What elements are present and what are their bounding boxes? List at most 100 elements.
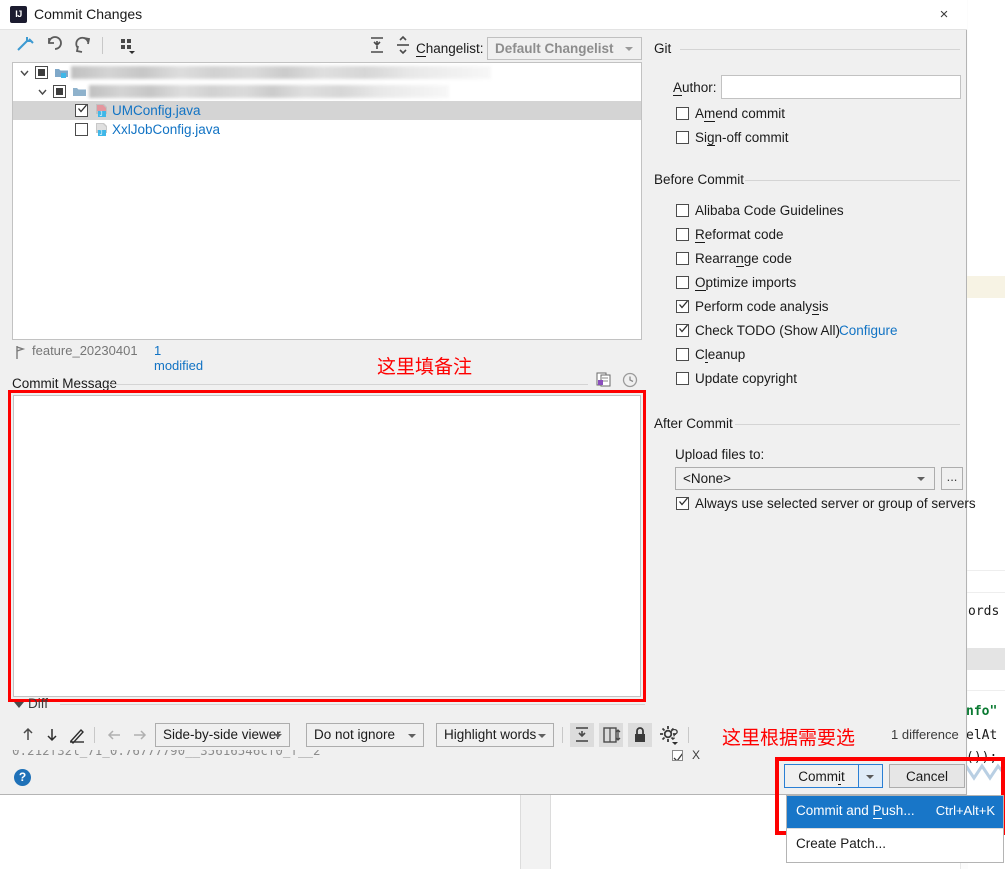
chevron-down-icon xyxy=(408,734,416,738)
chevron-down-icon[interactable] xyxy=(19,67,30,78)
tree-row-path[interactable] xyxy=(13,82,641,101)
insert-template-icon[interactable] xyxy=(596,372,612,388)
editor-code-line: ords xyxy=(968,604,1000,619)
chevron-down-icon xyxy=(538,734,546,738)
revert-icon[interactable] xyxy=(44,34,66,56)
collapse-diff-icon[interactable] xyxy=(14,702,24,708)
commit-message-label: Commit Message xyxy=(12,376,117,392)
configure-todo-link[interactable]: Configure xyxy=(839,323,898,338)
synchronize-scroll-button[interactable] xyxy=(599,723,623,747)
toolbar-separator xyxy=(94,727,95,743)
checkbox-label: Alibaba Code Guidelines xyxy=(695,203,844,218)
chevron-down-icon xyxy=(866,775,874,779)
diff-row-label: X xyxy=(692,748,701,762)
section-divider xyxy=(108,384,588,385)
menu-item-shortcut: Ctrl+Alt+K xyxy=(935,803,995,818)
editor-divider xyxy=(962,592,1005,593)
diff-ignore-mode-dropdown[interactable]: Do not ignore xyxy=(306,723,424,747)
checkbox-label: Reformat code xyxy=(695,227,784,243)
diff-highlight-mode-dropdown[interactable]: Highlight words xyxy=(436,723,554,747)
upload-server-dropdown[interactable]: <None> xyxy=(675,467,935,490)
difference-count-label: 1 difference xyxy=(891,727,959,742)
refresh-icon[interactable] xyxy=(72,34,94,56)
blurred-path-text xyxy=(71,66,491,79)
tree-row-project[interactable] xyxy=(13,63,641,82)
tree-row-file-xxljobconfig[interactable]: J XxlJobConfig.java xyxy=(13,120,641,139)
chevron-down-icon[interactable] xyxy=(37,86,48,97)
check-mark-icon xyxy=(679,324,688,333)
author-input[interactable] xyxy=(721,75,961,99)
tree-file-name: XxlJobConfig.java xyxy=(112,122,221,137)
author-label-rest: uthor: xyxy=(682,80,717,95)
show-diff-icon[interactable] xyxy=(14,34,36,56)
editor-code-line: elAt xyxy=(966,728,998,743)
check-mark-icon xyxy=(679,300,688,309)
changelist-dropdown[interactable]: Default Changelist xyxy=(487,37,642,60)
modified-count[interactable]: 1 modified xyxy=(154,343,203,373)
expand-all-icon[interactable] xyxy=(366,34,388,56)
dialog-title: Commit Changes xyxy=(34,6,143,22)
read-only-lock-button[interactable] xyxy=(628,723,652,747)
synchronize-scroll-icon xyxy=(603,727,621,743)
group-by-icon[interactable] xyxy=(116,34,138,56)
message-history-icon[interactable] xyxy=(622,372,638,388)
changed-files-tree[interactable]: J UMConfig.java J XxlJobConfig.java xyxy=(12,62,642,340)
diff-highlight-mode-value: Highlight words xyxy=(444,727,537,742)
tree-checkbox-partial[interactable] xyxy=(53,85,66,98)
checkbox-label: Sign-off commit xyxy=(695,130,789,146)
diff-viewer-mode-value: Side-by-side viewer xyxy=(163,727,281,742)
diff-row-checkbox[interactable] xyxy=(672,750,683,761)
checkbox-box xyxy=(676,204,689,217)
tree-checkbox-partial[interactable] xyxy=(35,66,48,79)
annotation-commit-message: 这里填备注 xyxy=(377,356,473,378)
checkbox-label: Optimize imports xyxy=(695,275,797,291)
checkbox-box xyxy=(676,324,689,337)
checkbox-label: Amend commit xyxy=(695,106,786,122)
editor-gray-band xyxy=(962,648,1005,670)
commit-button[interactable]: Commit xyxy=(784,764,859,788)
section-divider xyxy=(60,704,645,705)
changelist-selected-value: Default Changelist xyxy=(495,41,614,56)
help-icon[interactable]: ? xyxy=(14,769,31,786)
cancel-button[interactable]: Cancel xyxy=(889,764,965,788)
diff-viewer-mode-dropdown[interactable]: Side-by-side viewer xyxy=(155,723,290,747)
upload-server-value: <None> xyxy=(683,471,732,486)
changelist-label-rest: hangelist: xyxy=(425,41,484,56)
diff-help-icon[interactable]: ? xyxy=(670,726,678,743)
menu-item-commit-and-push[interactable]: Commit and Push... Ctrl+Alt+K xyxy=(787,796,1003,828)
collapse-all-icon[interactable] xyxy=(392,34,414,56)
tree-checkbox-unchecked[interactable] xyxy=(75,123,88,136)
git-section-title: Git xyxy=(654,41,672,56)
checkbox-box xyxy=(676,131,689,144)
accept-left-icon[interactable] xyxy=(104,725,124,745)
browse-servers-button[interactable]: ... xyxy=(941,467,963,490)
partial-check-mark xyxy=(38,69,45,76)
upload-files-label: Upload files to: xyxy=(675,447,765,462)
close-icon[interactable]: × xyxy=(921,0,967,30)
annotation-commit-button: 这里根据需要选 xyxy=(722,727,856,749)
tree-row-file-umconfig[interactable]: J UMConfig.java xyxy=(13,101,641,120)
editor-highlight-band xyxy=(966,276,1005,298)
edit-source-icon[interactable] xyxy=(67,725,87,745)
author-label: Author: xyxy=(673,80,717,96)
menu-item-label: Commit and Push... xyxy=(796,803,915,819)
accept-right-icon[interactable] xyxy=(130,725,150,745)
commit-dropdown-button[interactable] xyxy=(859,764,883,788)
commit-message-input[interactable] xyxy=(13,395,641,697)
previous-difference-icon[interactable] xyxy=(18,725,38,745)
collapse-unchanged-button[interactable] xyxy=(570,723,594,747)
menu-item-create-patch[interactable]: Create Patch... xyxy=(787,829,1003,861)
svg-text:J: J xyxy=(100,131,103,137)
git-branch-icon xyxy=(16,346,26,359)
checkbox-box xyxy=(676,228,689,241)
dialog-titlebar: IJ Commit Changes × xyxy=(0,0,967,30)
tree-checkbox-checked[interactable] xyxy=(75,104,88,117)
section-divider xyxy=(735,424,960,425)
blurred-path-text xyxy=(89,85,449,98)
checkbox-box xyxy=(676,300,689,313)
diff-code-line: 0.212f32l_71_0.76777790__35616546cf0_f__… xyxy=(12,750,321,758)
checkbox-label: Cleanup xyxy=(695,347,746,363)
diff-toolbar: Side-by-side viewer Do not ignore Highli… xyxy=(12,722,692,748)
svg-text:J: J xyxy=(100,112,103,118)
next-difference-icon[interactable] xyxy=(42,725,62,745)
